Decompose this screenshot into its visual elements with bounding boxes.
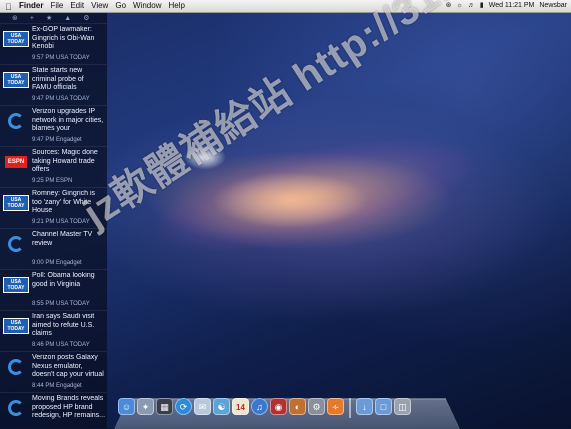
menu-app-name[interactable]: Finder <box>19 0 43 12</box>
trash-icon[interactable]: ◫ <box>394 398 411 415</box>
newsbar-menu[interactable]: Newsbar <box>539 0 567 12</box>
usa-today-logo: USA TODAY <box>3 30 29 47</box>
news-title: Poll: Obama looking good in Virginia <box>32 272 95 288</box>
usa-today-logo: USA TODAY <box>3 71 29 88</box>
news-meta: 9:57 PM USA TODAY <box>32 55 90 61</box>
news-meta: 9:47 PM Engadget <box>32 137 82 143</box>
dock-icons: ☺ ✦ ▦ ⟳ ✉ ☯ 14 ♫ ◉ ◐ ⚙ ∻ ↓ □ ◫ <box>118 398 411 422</box>
photobooth-icon[interactable]: ◉ <box>270 398 287 415</box>
launchpad-icon[interactable]: ✦ <box>137 398 154 415</box>
engadget-logo-icon <box>3 358 29 375</box>
news-item[interactable]: Verizon upgrades IP network in major cit… <box>0 105 107 146</box>
safari-icon[interactable]: ⟳ <box>175 398 192 415</box>
usa-today-logo: USA TODAY <box>3 317 29 334</box>
close-icon[interactable]: ⊛ <box>12 14 18 22</box>
gear-icon[interactable]: ⚙ <box>83 14 89 22</box>
espn-logo: ESPN <box>3 153 29 170</box>
calendar-icon[interactable]: 14 <box>232 398 249 415</box>
news-item[interactable]: Channel Master TV review 9:00 PM Engadge… <box>0 228 107 269</box>
engadget-logo-icon <box>3 235 29 252</box>
menu-help[interactable]: Help <box>168 0 184 12</box>
usa-today-logo: USA TODAY <box>3 276 29 293</box>
news-title: Moving Brands reveals proposed HP brand … <box>32 395 105 419</box>
menu-file[interactable]: File <box>50 0 63 12</box>
news-item[interactable]: Verizon posts Galaxy Nexus emulator, doe… <box>0 351 107 392</box>
engadget-logo-icon <box>3 112 29 129</box>
documents-icon[interactable]: □ <box>375 398 392 415</box>
news-title: Iran says Saudi visit aimed to refute U.… <box>32 313 95 337</box>
news-title: Channel Master TV review <box>32 231 93 247</box>
mail-icon[interactable]: ✉ <box>194 398 211 415</box>
news-item[interactable]: USA TODAY Ex-GOP lawmaker: Gingrich is Ob… <box>0 23 107 64</box>
finder-icon[interactable]: ☺ <box>118 398 135 415</box>
contacts-icon[interactable]: ☯ <box>213 398 230 415</box>
menu-window[interactable]: Window <box>133 0 161 12</box>
menu-bar:  Finder File Edit View Go Window Help ⊛… <box>0 0 571 13</box>
system-preferences-icon[interactable]: ⚙ <box>308 398 325 415</box>
news-item[interactable]: Moving Brands reveals proposed HP brand … <box>0 392 107 428</box>
news-title: Ex-GOP lawmaker: Gingrich is Obi-Wan Ken… <box>32 26 95 50</box>
share-icon[interactable]: ▲ <box>64 15 71 22</box>
dock-separator <box>349 398 351 418</box>
usa-today-logo: USA TODAY <box>3 194 29 211</box>
newsbar-toolbar: ⊛ + ★ ▲ ⚙ <box>0 13 107 23</box>
news-item[interactable]: USA TODAY Iran says Saudi visit aimed to … <box>0 310 107 351</box>
star-icon[interactable]: ★ <box>46 14 52 22</box>
news-meta: 8:55 PM USA TODAY <box>32 301 90 307</box>
news-title: Verizon posts Galaxy Nexus emulator, doe… <box>32 354 104 380</box>
news-meta: 9:00 PM Engadget <box>32 260 82 266</box>
downloads-icon[interactable]: ↓ <box>356 398 373 415</box>
clock[interactable]: Wed 11:21 PM <box>489 0 535 12</box>
news-item[interactable]: USA TODAY Poll: Obama looking good in Vir… <box>0 269 107 310</box>
mission-control-icon[interactable]: ▦ <box>156 398 173 415</box>
news-meta: 9:21 PM USA TODAY <box>32 219 90 225</box>
menu-edit[interactable]: Edit <box>70 0 84 12</box>
apple-menu-icon[interactable]:  <box>5 1 14 12</box>
news-meta: 8:44 PM Engadget <box>32 383 82 389</box>
preview-icon[interactable]: ◐ <box>289 398 306 415</box>
volume-icon[interactable]: ♬ <box>468 0 475 12</box>
news-meta: 9:47 PM USA TODAY <box>32 96 90 102</box>
add-icon[interactable]: + <box>30 15 34 22</box>
news-title: Sources: Magic done taking Howard trade … <box>32 149 98 173</box>
news-title: Verizon upgrades IP network in major cit… <box>32 108 104 134</box>
rss-icon[interactable]: ∻ <box>327 398 344 415</box>
news-title: State starts new criminal probe of FAMU … <box>32 67 84 91</box>
menu-view[interactable]: View <box>91 0 108 12</box>
news-meta: 9:25 PM ESPN <box>32 178 73 184</box>
battery-icon[interactable]: ▮ <box>480 0 484 12</box>
engadget-logo-icon <box>3 399 29 416</box>
menu-go[interactable]: Go <box>115 0 126 12</box>
news-meta: 8:46 PM USA TODAY <box>32 342 90 348</box>
itunes-icon[interactable]: ♫ <box>251 398 268 415</box>
news-item[interactable]: USA TODAY State starts new criminal probe… <box>0 64 107 105</box>
